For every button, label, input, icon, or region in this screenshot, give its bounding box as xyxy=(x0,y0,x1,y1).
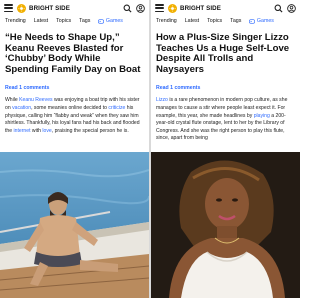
menu-icon[interactable] xyxy=(155,4,164,12)
nav-topics[interactable]: Topics xyxy=(56,18,71,24)
comments-link[interactable]: Read 1 comments xyxy=(0,75,149,91)
gamepad-icon xyxy=(98,18,105,24)
body-text: , some meanies online decided to xyxy=(31,104,109,111)
nav-games-label: Games xyxy=(105,18,123,24)
user-icon[interactable] xyxy=(136,3,145,13)
right-article-panel: BRIGHT SIDE Trending Latest Topics Tags … xyxy=(151,0,300,298)
body-text: with xyxy=(30,127,43,134)
nav-bar: Trending Latest Topics Tags Games xyxy=(0,14,149,24)
lizzo-photo xyxy=(151,152,300,298)
inline-link[interactable]: Keanu Reeves xyxy=(19,97,52,103)
nav-latest[interactable]: Latest xyxy=(185,18,199,24)
inline-link[interactable]: playing xyxy=(254,113,270,119)
nav-latest[interactable]: Latest xyxy=(34,18,48,24)
top-bar: BRIGHT SIDE xyxy=(0,0,149,14)
nav-tags[interactable]: Tags xyxy=(230,18,241,24)
article-body: Lizzo is a rare phenomenon in modern pop… xyxy=(151,91,300,142)
nav-tags[interactable]: Tags xyxy=(79,18,90,24)
nav-topics[interactable]: Topics xyxy=(207,18,222,24)
keanu-boat-photo xyxy=(0,152,149,298)
top-bar: BRIGHT SIDE xyxy=(151,0,300,14)
brand-name[interactable]: BRIGHT SIDE xyxy=(29,5,119,12)
body-text: While xyxy=(5,97,20,104)
article-body: While Keanu Reeves was enjoying a boat t… xyxy=(0,91,149,142)
nav-games[interactable]: Games xyxy=(249,18,274,24)
nav-trending[interactable]: Trending xyxy=(156,18,177,24)
nav-trending[interactable]: Trending xyxy=(5,18,26,24)
nav-bar: Trending Latest Topics Tags Games xyxy=(151,14,300,24)
comments-link[interactable]: Read 1 comments xyxy=(151,75,300,91)
gamepad-icon xyxy=(249,18,256,24)
bright-side-logo-icon[interactable] xyxy=(17,3,26,13)
article-headline[interactable]: “He Needs to Shape Up,” Keanu Reeves Bla… xyxy=(0,24,149,75)
search-icon[interactable] xyxy=(274,4,283,13)
left-article-panel: BRIGHT SIDE Trending Latest Topics Tags … xyxy=(0,0,149,298)
article-headline[interactable]: How a Plus-Size Singer Lizzo Teaches Us … xyxy=(151,24,300,75)
user-icon[interactable] xyxy=(287,3,296,13)
brand-name[interactable]: BRIGHT SIDE xyxy=(180,5,270,12)
inline-link[interactable]: criticize xyxy=(108,105,125,111)
inline-link[interactable]: internet xyxy=(14,128,31,134)
nav-games[interactable]: Games xyxy=(98,18,123,24)
bright-side-logo-icon[interactable] xyxy=(168,3,177,13)
inline-link[interactable]: love xyxy=(42,128,51,134)
nav-games-label: Games xyxy=(256,18,274,24)
menu-icon[interactable] xyxy=(4,4,13,12)
search-icon[interactable] xyxy=(123,4,132,13)
body-text: , praising the special person he is. xyxy=(51,127,129,134)
inline-link[interactable]: Lizzo xyxy=(156,97,168,103)
inline-link[interactable]: vacation xyxy=(12,105,31,111)
